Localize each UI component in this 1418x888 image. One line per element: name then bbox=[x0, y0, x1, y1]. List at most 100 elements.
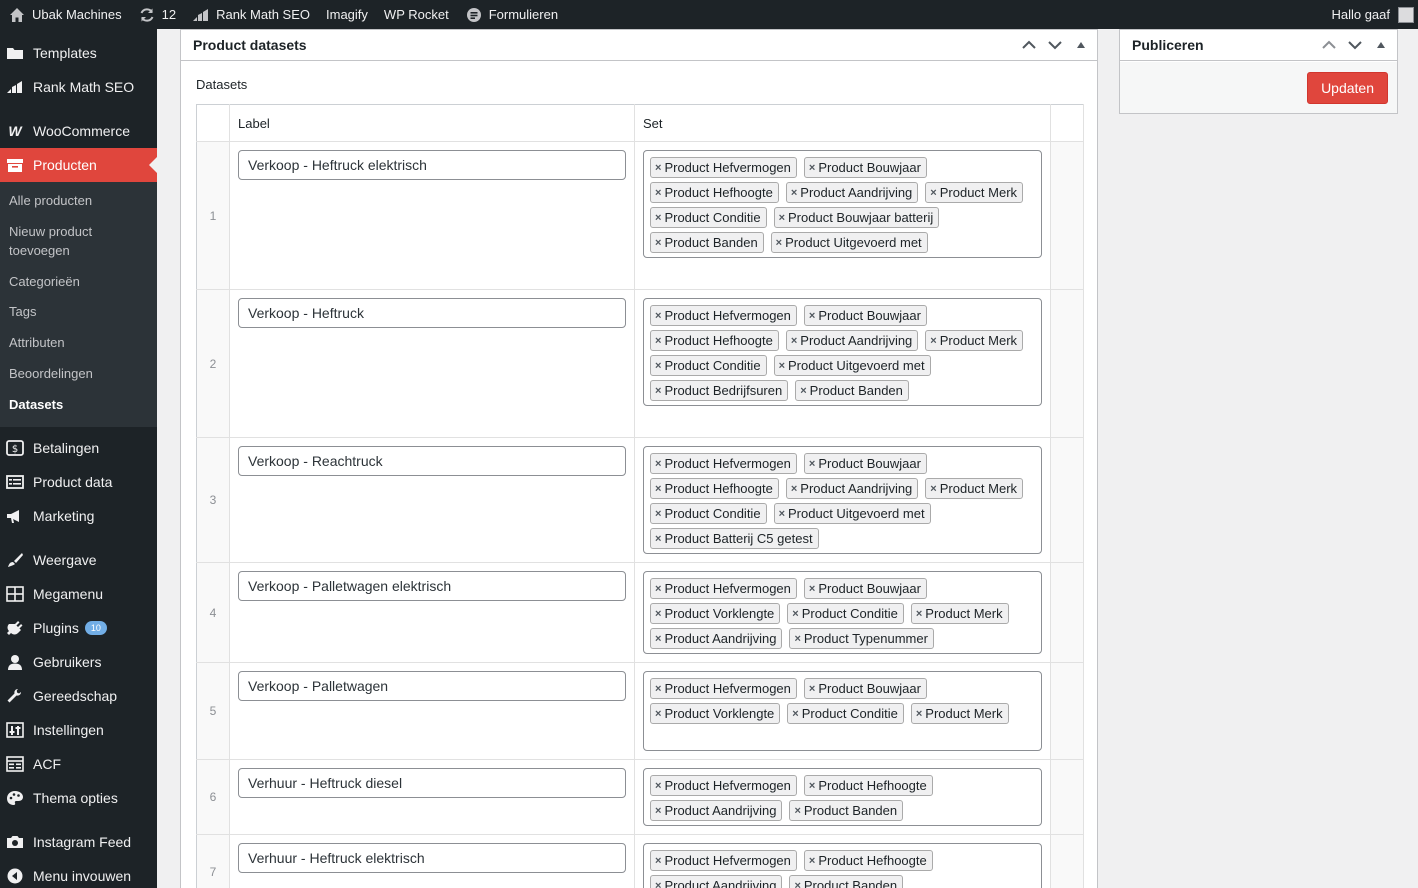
wp-rocket-link[interactable]: WP Rocket bbox=[376, 0, 457, 29]
submenu-nieuw-product[interactable]: Nieuw product toevoegen bbox=[0, 217, 157, 267]
submenu-alle-producten[interactable]: Alle producten bbox=[0, 186, 157, 217]
remove-chip-icon[interactable]: × bbox=[809, 162, 815, 174]
menu-acf[interactable]: ACF bbox=[0, 747, 157, 781]
submenu-tags[interactable]: Tags bbox=[0, 297, 157, 328]
row-order-handle[interactable]: 1 bbox=[196, 141, 230, 290]
remove-chip-icon[interactable]: × bbox=[809, 310, 815, 322]
remove-chip-icon[interactable]: × bbox=[655, 187, 661, 199]
remove-chip-icon[interactable]: × bbox=[930, 483, 936, 495]
toggle-panel-button[interactable] bbox=[1071, 35, 1091, 55]
remove-chip-icon[interactable]: × bbox=[809, 583, 815, 595]
submenu-categorieen[interactable]: Categorieën bbox=[0, 267, 157, 298]
remove-chip-icon[interactable]: × bbox=[655, 385, 661, 397]
dataset-label-input[interactable]: Verhuur - Heftruck elektrisch bbox=[238, 843, 626, 873]
remove-chip-icon[interactable]: × bbox=[916, 608, 922, 620]
dataset-label-input[interactable]: Verkoop - Heftruck bbox=[238, 298, 626, 328]
move-up-button[interactable] bbox=[1019, 35, 1039, 55]
row-order-handle[interactable]: 3 bbox=[196, 437, 230, 563]
site-name-link[interactable]: Ubak Machines bbox=[0, 0, 130, 29]
move-up-button[interactable] bbox=[1319, 35, 1339, 55]
remove-chip-icon[interactable]: × bbox=[655, 237, 661, 249]
attribute-multiselect[interactable]: × Product Hefvermogen × Product Hefhoogte × P… bbox=[643, 768, 1042, 826]
submenu-datasets[interactable]: Datasets bbox=[0, 390, 157, 421]
menu-gereedschap[interactable]: Gereedschap bbox=[0, 679, 157, 713]
remove-chip-icon[interactable]: × bbox=[779, 212, 785, 224]
menu-instagram-feed[interactable]: Instagram Feed bbox=[0, 825, 157, 859]
row-order-handle[interactable]: 2 bbox=[196, 289, 230, 438]
row-actions-cell[interactable] bbox=[1050, 562, 1084, 663]
remove-chip-icon[interactable]: × bbox=[655, 708, 661, 720]
remove-chip-icon[interactable]: × bbox=[655, 880, 661, 888]
remove-chip-icon[interactable]: × bbox=[655, 508, 661, 520]
submenu-attributen[interactable]: Attributen bbox=[0, 328, 157, 359]
dataset-label-input[interactable]: Verkoop - Palletwagen elektrisch bbox=[238, 571, 626, 601]
menu-gebruikers[interactable]: Gebruikers bbox=[0, 645, 157, 679]
row-actions-cell[interactable] bbox=[1050, 834, 1084, 888]
row-actions-cell[interactable] bbox=[1050, 141, 1084, 290]
submenu-beoordelingen[interactable]: Beoordelingen bbox=[0, 359, 157, 390]
remove-chip-icon[interactable]: × bbox=[655, 583, 661, 595]
remove-chip-icon[interactable]: × bbox=[655, 855, 661, 867]
remove-chip-icon[interactable]: × bbox=[792, 608, 798, 620]
remove-chip-icon[interactable]: × bbox=[791, 187, 797, 199]
remove-chip-icon[interactable]: × bbox=[791, 335, 797, 347]
row-actions-cell[interactable] bbox=[1050, 759, 1084, 835]
remove-chip-icon[interactable]: × bbox=[800, 385, 806, 397]
attribute-multiselect[interactable]: × Product Hefvermogen × Product Bouwjaar × Pr… bbox=[643, 571, 1042, 654]
remove-chip-icon[interactable]: × bbox=[655, 633, 661, 645]
imagify-link[interactable]: Imagify bbox=[318, 0, 376, 29]
remove-chip-icon[interactable]: × bbox=[655, 780, 661, 792]
menu-instellingen[interactable]: Instellingen bbox=[0, 713, 157, 747]
menu-betalingen[interactable]: $ Betalingen bbox=[0, 431, 157, 465]
remove-chip-icon[interactable]: × bbox=[655, 533, 661, 545]
remove-chip-icon[interactable]: × bbox=[794, 633, 800, 645]
menu-weergave[interactable]: Weergave bbox=[0, 543, 157, 577]
attribute-multiselect[interactable]: × Product Hefvermogen × Product Bouwjaar × Pr… bbox=[643, 150, 1042, 258]
user-greeting[interactable]: Hallo gaaf bbox=[1323, 0, 1390, 29]
row-actions-cell[interactable] bbox=[1050, 437, 1084, 563]
remove-chip-icon[interactable]: × bbox=[655, 483, 661, 495]
remove-chip-icon[interactable]: × bbox=[794, 805, 800, 817]
remove-chip-icon[interactable]: × bbox=[794, 880, 800, 888]
attribute-multiselect[interactable]: × Product Hefvermogen × Product Hefhoogte × P… bbox=[643, 843, 1042, 888]
menu-templates[interactable]: Templates bbox=[0, 36, 157, 70]
update-button[interactable]: Updaten bbox=[1307, 72, 1388, 104]
menu-product-data[interactable]: Product data bbox=[0, 465, 157, 499]
remove-chip-icon[interactable]: × bbox=[776, 237, 782, 249]
row-order-handle[interactable]: 4 bbox=[196, 562, 230, 663]
remove-chip-icon[interactable]: × bbox=[779, 360, 785, 372]
remove-chip-icon[interactable]: × bbox=[779, 508, 785, 520]
dataset-label-input[interactable]: Verkoop - Heftruck elektrisch bbox=[238, 150, 626, 180]
move-down-button[interactable] bbox=[1045, 35, 1065, 55]
menu-collapse[interactable]: Menu invouwen bbox=[0, 859, 157, 888]
row-order-handle[interactable]: 6 bbox=[196, 759, 230, 835]
remove-chip-icon[interactable]: × bbox=[791, 483, 797, 495]
move-down-button[interactable] bbox=[1345, 35, 1365, 55]
formulieren-link[interactable]: Formulieren bbox=[457, 0, 566, 29]
menu-plugins[interactable]: Plugins 10 bbox=[0, 611, 157, 645]
menu-rank-math[interactable]: Rank Math SEO bbox=[0, 70, 157, 104]
remove-chip-icon[interactable]: × bbox=[655, 608, 661, 620]
remove-chip-icon[interactable]: × bbox=[809, 683, 815, 695]
avatar[interactable] bbox=[1398, 6, 1414, 23]
toggle-panel-button[interactable] bbox=[1371, 35, 1391, 55]
row-order-handle[interactable]: 5 bbox=[196, 662, 230, 760]
remove-chip-icon[interactable]: × bbox=[930, 335, 936, 347]
remove-chip-icon[interactable]: × bbox=[655, 805, 661, 817]
remove-chip-icon[interactable]: × bbox=[792, 708, 798, 720]
remove-chip-icon[interactable]: × bbox=[655, 162, 661, 174]
remove-chip-icon[interactable]: × bbox=[809, 855, 815, 867]
attribute-multiselect[interactable]: × Product Hefvermogen × Product Bouwjaar × Pr… bbox=[643, 446, 1042, 554]
remove-chip-icon[interactable]: × bbox=[655, 683, 661, 695]
remove-chip-icon[interactable]: × bbox=[655, 310, 661, 322]
row-actions-cell[interactable] bbox=[1050, 662, 1084, 760]
menu-megamenu[interactable]: Megamenu bbox=[0, 577, 157, 611]
remove-chip-icon[interactable]: × bbox=[655, 360, 661, 372]
remove-chip-icon[interactable]: × bbox=[809, 458, 815, 470]
attribute-multiselect[interactable]: × Product Hefvermogen × Product Bouwjaar × Pr… bbox=[643, 671, 1042, 751]
remove-chip-icon[interactable]: × bbox=[809, 780, 815, 792]
rank-math-link[interactable]: Rank Math SEO bbox=[184, 0, 318, 29]
menu-woocommerce[interactable]: W WooCommerce bbox=[0, 114, 157, 148]
dataset-label-input[interactable]: Verkoop - Palletwagen bbox=[238, 671, 626, 701]
updates-link[interactable]: 12 bbox=[130, 0, 184, 29]
